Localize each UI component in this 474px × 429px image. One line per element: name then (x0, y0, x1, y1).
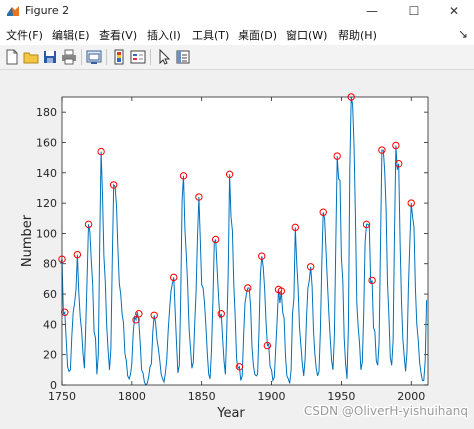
menu-window[interactable]: 窗口(W) (286, 27, 327, 43)
figure-canvas: 1750 1800 1850 1900 1950 2000 0 20 40 60 80 100 120 1… (0, 70, 474, 425)
y-tick-label: 120 (36, 197, 57, 210)
y-tick-label: 20 (43, 349, 57, 362)
y-tick-label: 40 (43, 318, 57, 331)
open-file-icon[interactable] (22, 48, 40, 66)
watermark-text: CSDN @OliverH-yishuihanq (304, 404, 468, 418)
insert-colorbar-icon[interactable] (110, 48, 128, 66)
save-icon[interactable] (41, 48, 59, 66)
x-tick-label: 1800 (118, 390, 146, 403)
y-axis-label: Number (20, 214, 35, 267)
property-inspector-icon[interactable] (174, 48, 192, 66)
y-tick-label: 160 (36, 136, 57, 149)
y-tick-label: 180 (36, 106, 57, 119)
x-tick-label: 1900 (258, 390, 286, 403)
menu-file[interactable]: 文件(F) (6, 27, 43, 43)
y-tick-label: 0 (50, 379, 57, 392)
y-tick-label: 80 (43, 258, 57, 271)
chart-svg[interactable]: 1750 1800 1850 1900 1950 20000204060801001201… (0, 70, 474, 425)
print-icon[interactable] (60, 48, 78, 66)
window-title: Figure 2 (25, 4, 70, 17)
toolbar-separator (81, 49, 82, 65)
toolbar-separator (150, 49, 151, 65)
menu-help[interactable]: 帮助(H) (338, 27, 377, 43)
x-axis-label: Year (216, 406, 245, 421)
matlab-figure-icon (7, 6, 19, 16)
menu-desktop[interactable]: 桌面(D) (238, 27, 277, 43)
plot-area (62, 97, 428, 385)
toolbar-separator (106, 49, 107, 65)
title-bar: Figure 2 — ☐ ✕ (0, 0, 474, 24)
dock-arrow-icon[interactable]: ↘ (458, 27, 468, 41)
link-axes-icon[interactable] (85, 48, 103, 66)
edit-plot-arrow-icon[interactable] (155, 48, 173, 66)
new-figure-icon[interactable] (3, 48, 21, 66)
maximize-button[interactable]: ☐ (394, 0, 434, 23)
y-tick-label: 60 (43, 288, 57, 301)
close-button[interactable]: ✕ (434, 0, 474, 23)
menu-edit[interactable]: 编辑(E) (52, 27, 90, 43)
x-tick-label: 2000 (397, 390, 425, 403)
insert-legend-icon[interactable] (129, 48, 147, 66)
menu-bar: 文件(F) 编辑(E) 查看(V) 插入(I) 工具(T) 桌面(D) 窗口(W… (0, 23, 474, 45)
minimize-button[interactable]: — (352, 0, 392, 23)
y-tick-label: 140 (36, 167, 57, 180)
menu-insert[interactable]: 插入(I) (147, 27, 181, 43)
x-tick-label: 1850 (188, 390, 216, 403)
menu-view[interactable]: 查看(V) (99, 27, 137, 43)
menu-tools[interactable]: 工具(T) (192, 27, 229, 43)
y-tick-label: 100 (36, 227, 57, 240)
x-tick-label: 1950 (327, 390, 355, 403)
toolbar (0, 45, 474, 70)
